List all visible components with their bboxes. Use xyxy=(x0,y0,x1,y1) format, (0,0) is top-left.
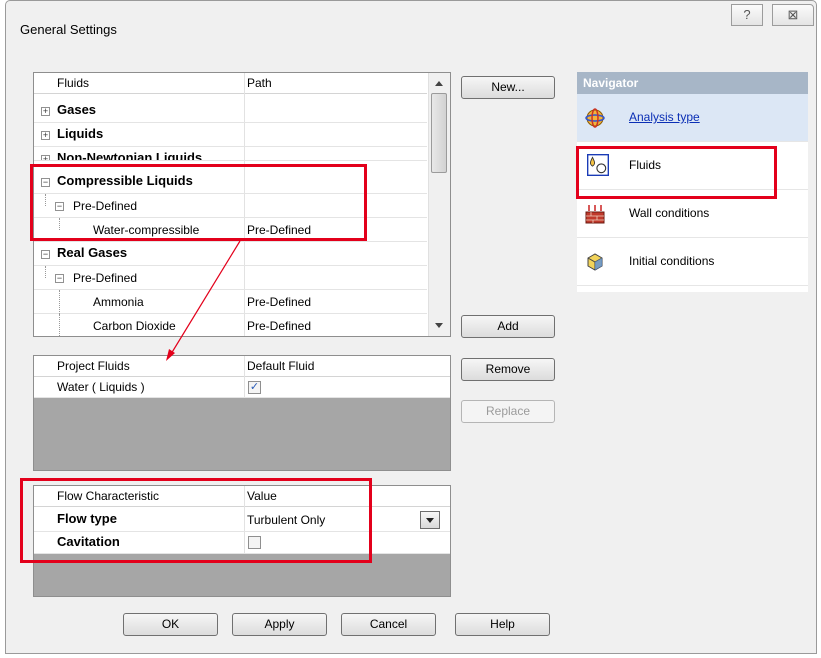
annotation-arrow xyxy=(166,240,241,361)
